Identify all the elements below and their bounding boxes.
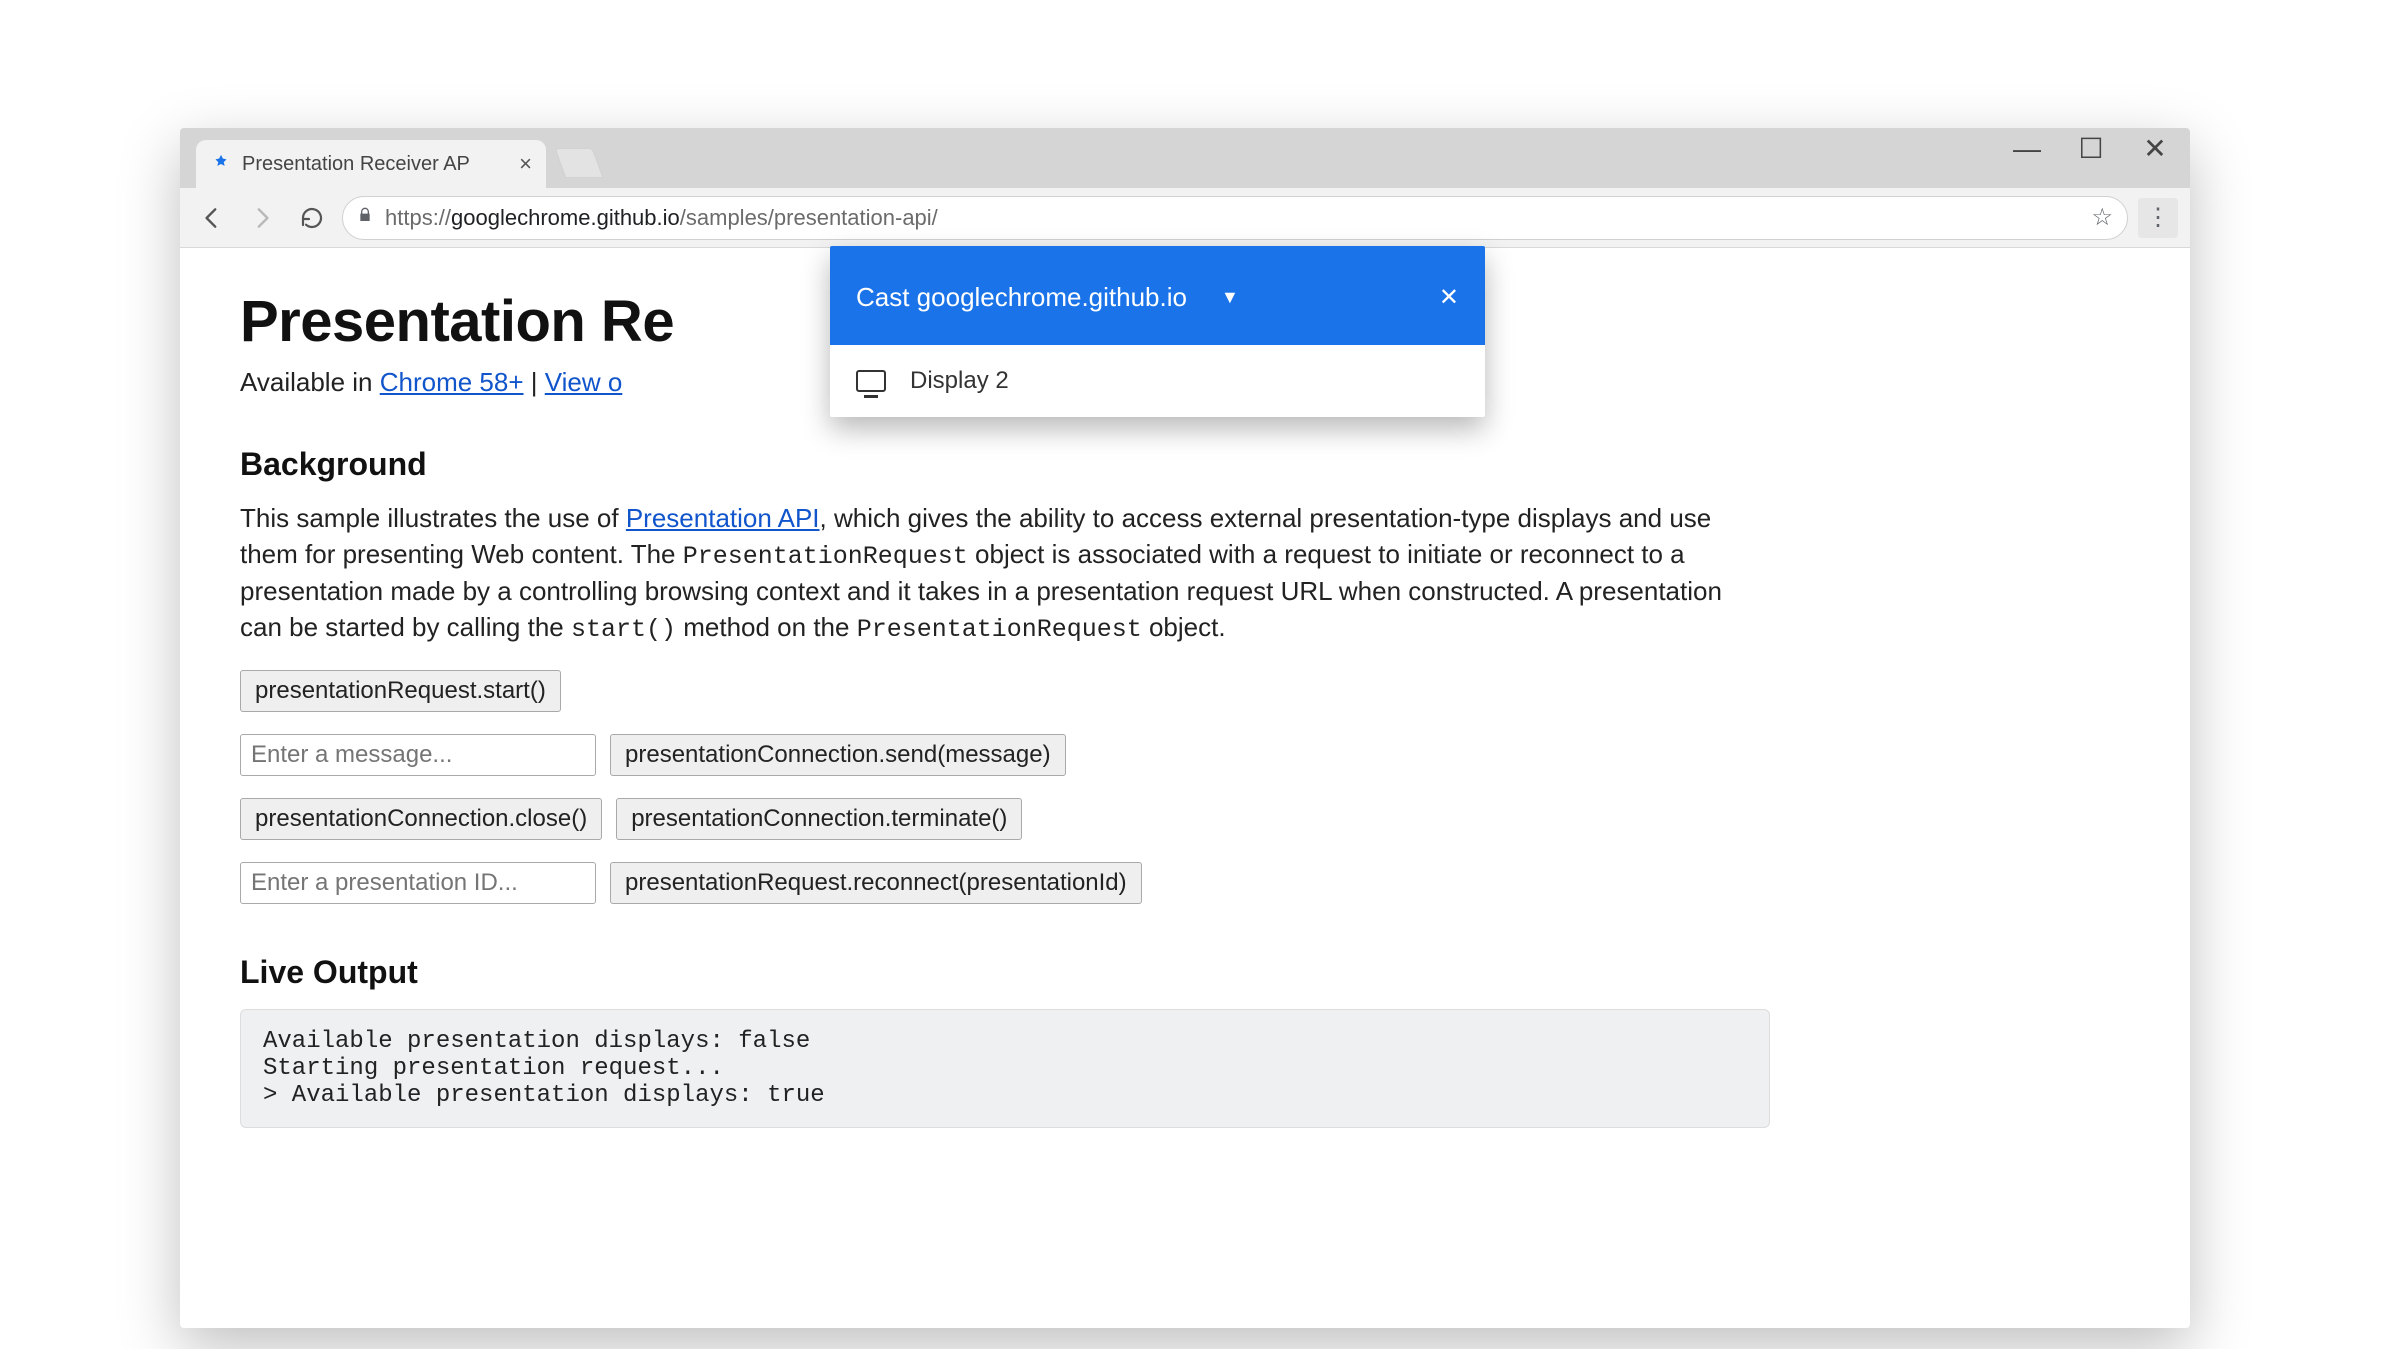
favicon-icon <box>210 153 232 175</box>
live-output-heading: Live Output <box>240 954 2130 991</box>
window-maximize-icon[interactable]: ☐ <box>2070 132 2112 165</box>
address-bar[interactable]: https://googlechrome.github.io/samples/p… <box>342 196 2128 240</box>
tab-title: Presentation Receiver AP <box>242 153 519 176</box>
chrome-version-link[interactable]: Chrome 58+ <box>380 367 524 397</box>
browser-tab[interactable]: Presentation Receiver AP × <box>196 140 546 188</box>
browser-toolbar: https://googlechrome.github.io/samples/p… <box>180 188 2190 248</box>
cast-device-row[interactable]: Display 2 <box>830 345 1485 417</box>
reload-button[interactable] <box>292 198 332 238</box>
cast-popup-header: Cast googlechrome.github.io ▼ ✕ <box>830 249 1485 345</box>
display-icon <box>856 370 886 392</box>
url-text: https://googlechrome.github.io/samples/p… <box>385 205 938 231</box>
window-controls: — ☐ ✕ <box>2006 132 2176 165</box>
background-heading: Background <box>240 446 2130 483</box>
browser-menu-button[interactable]: ⋮ <box>2138 198 2178 238</box>
cast-close-icon[interactable]: ✕ <box>1439 283 1459 312</box>
window-close-icon[interactable]: ✕ <box>2134 132 2176 165</box>
start-button[interactable]: presentationRequest.start() <box>240 670 561 712</box>
new-tab-button[interactable] <box>555 148 604 178</box>
browser-window: Presentation Receiver AP × — ☐ ✕ <box>180 128 2190 1328</box>
presentation-api-link[interactable]: Presentation API <box>626 503 820 533</box>
send-button[interactable]: presentationConnection.send(message) <box>610 734 1066 776</box>
lock-icon <box>357 206 373 229</box>
presentation-id-input[interactable] <box>240 862 596 904</box>
cast-popup: Cast googlechrome.github.io ▼ ✕ Display … <box>830 246 1485 417</box>
forward-button[interactable] <box>242 198 282 238</box>
cast-popup-title: Cast googlechrome.github.io <box>856 282 1187 313</box>
tab-strip: Presentation Receiver AP × — ☐ ✕ <box>180 128 2190 188</box>
message-input[interactable] <box>240 734 596 776</box>
window-minimize-icon[interactable]: — <box>2006 133 2048 165</box>
bookmark-star-icon[interactable]: ☆ <box>2091 203 2113 232</box>
back-button[interactable] <box>192 198 232 238</box>
chevron-down-icon[interactable]: ▼ <box>1221 287 1239 308</box>
close-button[interactable]: presentationConnection.close() <box>240 798 602 840</box>
view-on-link[interactable]: View o <box>545 367 623 397</box>
background-paragraph: This sample illustrates the use of Prese… <box>240 501 1770 648</box>
reconnect-button[interactable]: presentationRequest.reconnect(presentati… <box>610 862 1142 904</box>
live-output-box: Available presentation displays: false S… <box>240 1009 1770 1128</box>
cast-device-name: Display 2 <box>910 367 1009 395</box>
tab-close-icon[interactable]: × <box>519 151 532 177</box>
terminate-button[interactable]: presentationConnection.terminate() <box>616 798 1022 840</box>
